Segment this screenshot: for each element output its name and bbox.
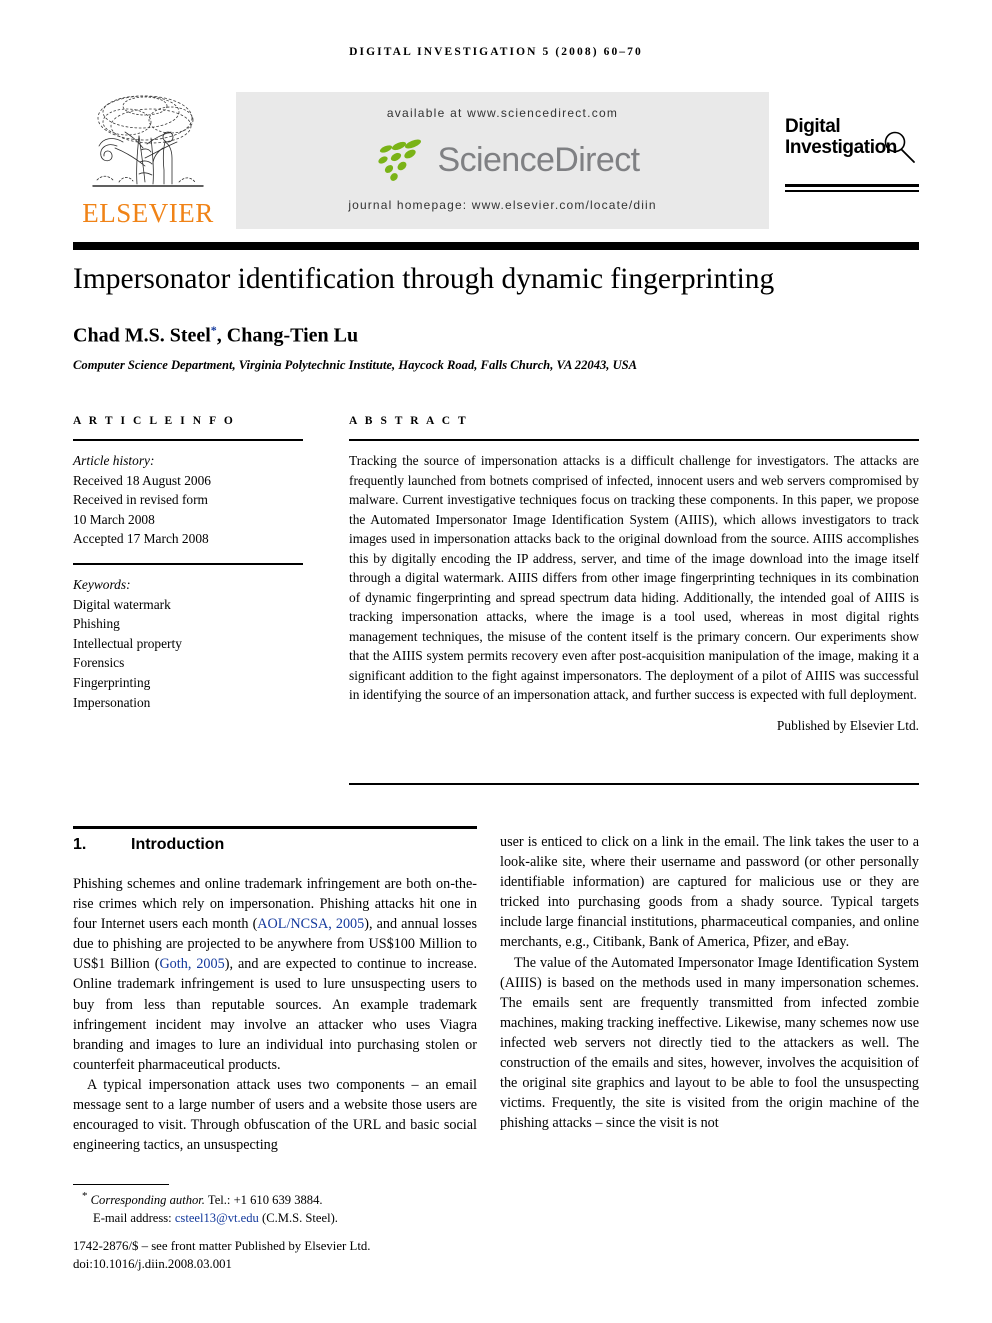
masthead-divider xyxy=(73,242,919,250)
section-number: 1. xyxy=(73,836,87,853)
footnote-rule xyxy=(73,1184,169,1185)
abstract-rule-top xyxy=(349,439,919,441)
sciencedirect-logo: ScienceDirect xyxy=(236,134,769,186)
keyword-item: Forensics xyxy=(73,655,125,671)
elsevier-logo: ELSEVIER xyxy=(73,92,223,235)
author-list: Chad M.S. Steel*, Chang-Tien Lu xyxy=(73,318,933,348)
abstract-heading: A B S T R A C T xyxy=(349,415,469,427)
email-label: E-mail address: xyxy=(93,1210,172,1225)
article-info-rule-top xyxy=(73,439,303,441)
article-info-heading: A R T I C L E I N F O xyxy=(73,415,236,427)
corresponding-author-tel: Tel.: +1 610 639 3884. xyxy=(207,1193,323,1208)
sciencedirect-panel: available at www.sciencedirect.com Scien… xyxy=(236,92,769,229)
email-link[interactable]: csteel13@vt.edu xyxy=(175,1211,259,1225)
keyword-item: Fingerprinting xyxy=(73,674,151,690)
journal-logo-rule-top xyxy=(785,184,919,187)
available-at-text: available at www.sciencedirect.com xyxy=(386,106,619,120)
citation-link[interactable]: AOL/NCSA, 2005 xyxy=(257,916,364,932)
keyword-item: Phishing xyxy=(73,616,120,632)
paragraph: A typical impersonation attack uses two … xyxy=(73,1076,477,1154)
keyword-item: Impersonation xyxy=(73,694,151,710)
keywords-block: Keywords: Digital watermark Phishing Int… xyxy=(73,575,303,712)
abstract-block: A B S T R A C T Tracking the source of i… xyxy=(349,415,919,734)
paragraph: user is enticed to click on a link in th… xyxy=(500,834,919,951)
keyword-item: Intellectual property xyxy=(73,635,182,651)
journal-logo-rule-bottom xyxy=(785,190,919,192)
abstract-text: Tracking the source of impersonation att… xyxy=(349,453,919,702)
article-history: Article history: Received 18 August 2006… xyxy=(73,451,303,549)
author-secondary: , Chang-Tien Lu xyxy=(216,324,359,347)
email-note: E-mail address: csteel13@vt.edu (C.M.S. … xyxy=(73,1210,493,1228)
page-title: Impersonator identification through dyna… xyxy=(73,263,775,295)
paragraph: The value of the Automated Impersonator … xyxy=(500,954,919,1132)
running-head: DIGITAL INVESTIGATION 5 (2008) 60–70 xyxy=(349,46,643,58)
affiliation: Computer Science Department, Virginia Po… xyxy=(73,358,638,372)
paragraph: Phishing schemes and online trademark in… xyxy=(73,876,478,1073)
imprint-block: 1742-2876/$ – see front matter Published… xyxy=(73,1238,533,1273)
section-rule xyxy=(73,826,477,829)
email-owner: (C.M.S. Steel). xyxy=(262,1210,338,1225)
magnifying-glass-icon xyxy=(884,131,915,163)
history-item: Accepted 17 March 2008 xyxy=(73,531,209,547)
sciencedirect-wordmark: ScienceDirect xyxy=(437,140,641,179)
history-item: Received in revised form xyxy=(73,492,208,508)
footnote-star: * xyxy=(82,1190,88,1202)
article-history-label: Article history: xyxy=(73,453,155,468)
keywords-label: Keywords: xyxy=(73,576,131,592)
footnote-block: * Corresponding author. Tel.: +1 610 639… xyxy=(73,1188,493,1227)
citation-link[interactable]: Goth, 2005 xyxy=(159,956,224,972)
body-column-right: user is enticed to click on a link in th… xyxy=(500,832,919,1133)
journal-homepage-text: journal homepage: www.elsevier.com/locat… xyxy=(348,198,657,212)
abstract-rule-bottom xyxy=(349,783,919,785)
front-matter-line: 1742-2876/$ – see front matter Published… xyxy=(73,1239,371,1253)
keyword-item: Digital watermark xyxy=(73,596,171,612)
corresponding-author-label: Corresponding author. xyxy=(90,1193,205,1208)
history-item: 10 March 2008 xyxy=(73,511,155,527)
section-title: Introduction xyxy=(131,836,225,853)
doi-line: doi:10.1016/j.diin.2008.03.001 xyxy=(73,1256,232,1271)
elsevier-wordmark: ELSEVIER xyxy=(82,198,214,228)
article-info-rule-mid xyxy=(73,562,303,565)
history-item: Received 18 August 2006 xyxy=(73,472,211,488)
masthead: ELSEVIER available at www.sciencedirect.… xyxy=(73,92,919,235)
article-info-block: A R T I C L E I N F O Article history: R… xyxy=(73,415,303,712)
journal-logo-line1: Digital xyxy=(785,116,841,137)
author-primary: Chad M.S. Steel xyxy=(73,324,211,347)
abstract-publisher-line: Published by Elsevier Ltd. xyxy=(776,717,919,733)
sciencedirect-leaves-icon xyxy=(377,139,421,181)
section-heading: 1. Introduction xyxy=(73,836,477,854)
elsevier-tree-icon xyxy=(92,95,204,187)
body-column-left: Phishing schemes and online trademark in… xyxy=(73,874,477,1155)
paper-page: DIGITAL INVESTIGATION 5 (2008) 60–70 ELS… xyxy=(0,0,992,1323)
corresponding-author-note: * Corresponding author. Tel.: +1 610 639… xyxy=(73,1188,493,1210)
journal-logo: Digital Investigation xyxy=(783,110,919,230)
